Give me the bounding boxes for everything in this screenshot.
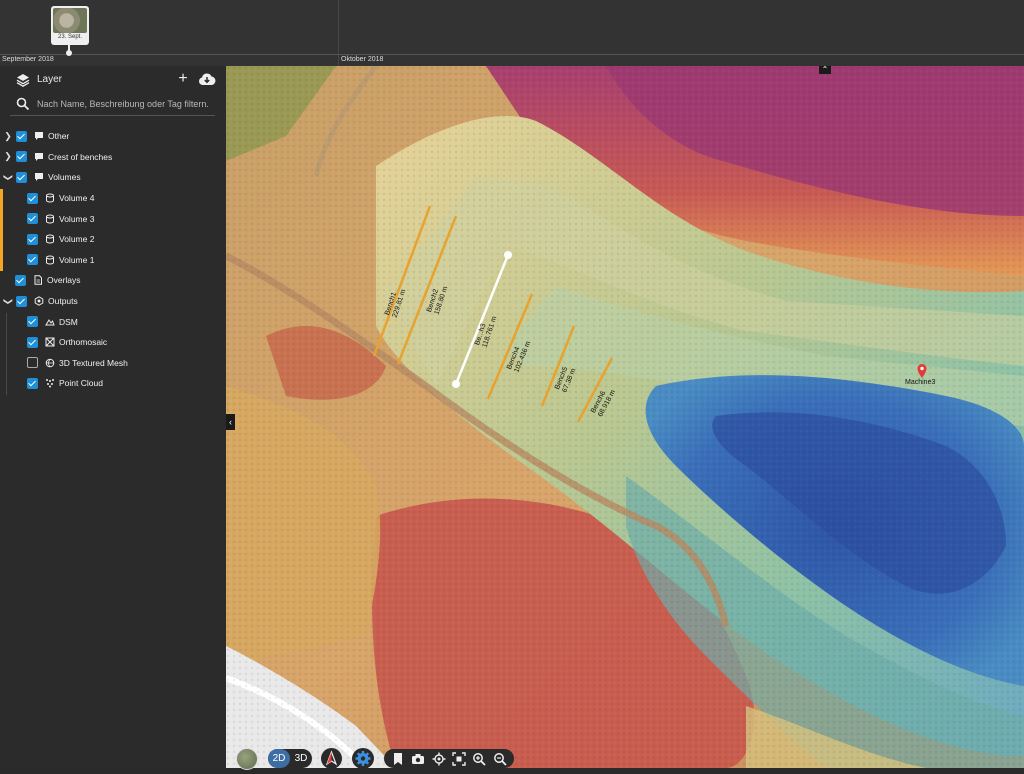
- layer-sidebar: Layer + ❯ Other ❯ Crest of benches ❯: [0, 66, 226, 768]
- layer-checkbox-dsm[interactable]: [27, 316, 38, 328]
- layers-icon: [16, 74, 30, 87]
- layer-row-dsm[interactable]: DSM: [0, 311, 226, 332]
- camera-icon[interactable]: [411, 752, 425, 766]
- search-icon: [16, 97, 30, 111]
- chevron-right-icon[interactable]: ❯: [1, 151, 15, 162]
- layer-row-overlays[interactable]: Overlays: [0, 270, 226, 291]
- point-cloud-icon: [46, 379, 54, 388]
- chevron-down-icon[interactable]: ❯: [3, 170, 14, 184]
- layer-checkbox-volumes[interactable]: [16, 171, 27, 183]
- layer-label: Outputs: [48, 296, 78, 307]
- layer-checkbox-outputs[interactable]: [16, 295, 27, 307]
- layer-label: Orthomosaic: [59, 337, 108, 348]
- layer-row-other[interactable]: ❯ Other: [0, 126, 226, 147]
- elevation-map: [226, 66, 1024, 768]
- layer-row-outputs[interactable]: ❯ Outputs: [0, 291, 226, 312]
- cylinder-icon: [46, 255, 54, 265]
- compass-button[interactable]: [321, 748, 342, 769]
- layer-checkbox-volume-3[interactable]: [27, 213, 38, 225]
- layer-search-input[interactable]: [37, 96, 215, 112]
- marker-label: Machine3: [905, 379, 936, 386]
- comment-icon: [35, 132, 43, 141]
- comment-icon: [35, 152, 43, 161]
- layer-checkbox-point-cloud[interactable]: [27, 377, 38, 389]
- layer-label: DSM: [59, 316, 78, 327]
- dimension-toggle[interactable]: 2D 3D: [268, 749, 312, 768]
- month-label-october: Oktober 2018: [341, 56, 384, 63]
- hexagon-icon: [34, 296, 44, 306]
- cylinder-icon: [46, 214, 54, 224]
- layer-checkbox-other[interactable]: [16, 130, 27, 142]
- sidebar-title: Layer: [37, 74, 63, 85]
- map-view[interactable]: Bench1 229.81 m Bench2 158.80 m Be...h3 …: [226, 66, 1024, 768]
- layer-label: Volume 2: [59, 234, 95, 245]
- map-tools-group: [384, 749, 514, 768]
- layer-label: 3D Textured Mesh: [59, 357, 128, 368]
- sidebar-header: Layer +: [0, 66, 226, 94]
- gear-icon: [355, 751, 371, 766]
- layer-row-3d-textured-mesh[interactable]: 3D Textured Mesh: [0, 353, 226, 374]
- layer-checkbox-volume-4[interactable]: [27, 192, 38, 204]
- fit-to-screen-icon[interactable]: [452, 751, 466, 766]
- timeline[interactable]: 23. Sept. September 2018 Oktober 2018: [0, 0, 1024, 66]
- layer-checkbox-crest-of-benches[interactable]: [16, 151, 27, 163]
- document-icon: [34, 275, 42, 286]
- capture-thumbnail-image: [53, 8, 87, 33]
- layer-row-volume-2[interactable]: Volume 2: [0, 229, 226, 250]
- timeline-axis: [0, 54, 1024, 55]
- month-label-september: September 2018: [2, 56, 54, 63]
- layer-checkbox-overlays[interactable]: [15, 274, 26, 286]
- dsm-icon: [45, 318, 55, 326]
- layer-search[interactable]: [10, 94, 215, 116]
- cylinder-icon: [46, 234, 54, 244]
- layer-label: Overlays: [47, 275, 81, 286]
- layer-label: Crest of benches: [48, 151, 113, 162]
- mode-3d-button[interactable]: 3D: [290, 749, 312, 768]
- map-marker-icon[interactable]: [917, 364, 927, 378]
- cloud-download-icon[interactable]: [198, 72, 216, 86]
- compass-icon: [325, 750, 338, 766]
- layer-row-orthomosaic[interactable]: Orthomosaic: [0, 332, 226, 353]
- capture-date-label: 23. Sept.: [57, 34, 83, 40]
- mesh-icon: [45, 358, 55, 368]
- layer-checkbox-3d-textured-mesh[interactable]: [27, 357, 38, 369]
- layer-label: Point Cloud: [59, 378, 103, 389]
- zoom-out-icon[interactable]: [493, 752, 507, 766]
- layer-row-point-cloud[interactable]: Point Cloud: [0, 373, 226, 394]
- layer-label: Volume 4: [59, 193, 95, 204]
- layer-label: Volumes: [48, 172, 81, 183]
- orthomosaic-icon: [45, 337, 55, 347]
- bookmark-icon[interactable]: [391, 752, 405, 766]
- layer-row-volumes[interactable]: ❯ Volumes: [0, 167, 226, 188]
- layer-row-volume-1[interactable]: Volume 1: [0, 250, 226, 271]
- layer-row-volume-3[interactable]: Volume 3: [0, 208, 226, 229]
- layer-checkbox-orthomosaic[interactable]: [27, 336, 38, 348]
- comment-icon: [35, 173, 43, 182]
- layer-row-crest-of-benches[interactable]: ❯ Crest of benches: [0, 147, 226, 168]
- layer-checkbox-volume-2[interactable]: [27, 233, 38, 245]
- layer-label: Volume 3: [59, 213, 95, 224]
- cylinder-icon: [46, 193, 54, 203]
- layer-row-volume-4[interactable]: Volume 4: [0, 188, 226, 209]
- timeline-marker-dot[interactable]: [66, 50, 72, 56]
- layer-tree: ❯ Other ❯ Crest of benches ❯ Volumes Vol…: [0, 126, 226, 394]
- capture-thumbnail[interactable]: 23. Sept.: [51, 6, 89, 45]
- collapse-timeline-button[interactable]: ⌃: [819, 66, 831, 74]
- settings-button[interactable]: [352, 748, 374, 769]
- mode-2d-button[interactable]: 2D: [268, 749, 290, 768]
- chevron-down-icon[interactable]: ❯: [3, 294, 14, 308]
- basemap-switch-button[interactable]: [236, 748, 258, 770]
- layer-label: Volume 1: [59, 254, 95, 265]
- layer-label: Other: [48, 131, 70, 142]
- add-layer-button[interactable]: +: [175, 70, 191, 88]
- locate-icon[interactable]: [432, 752, 446, 766]
- chevron-right-icon[interactable]: ❯: [1, 131, 15, 142]
- month-divider: [338, 0, 339, 66]
- zoom-in-icon[interactable]: [472, 752, 487, 766]
- layer-checkbox-volume-1[interactable]: [27, 254, 38, 266]
- collapse-sidebar-button[interactable]: ‹: [226, 414, 235, 430]
